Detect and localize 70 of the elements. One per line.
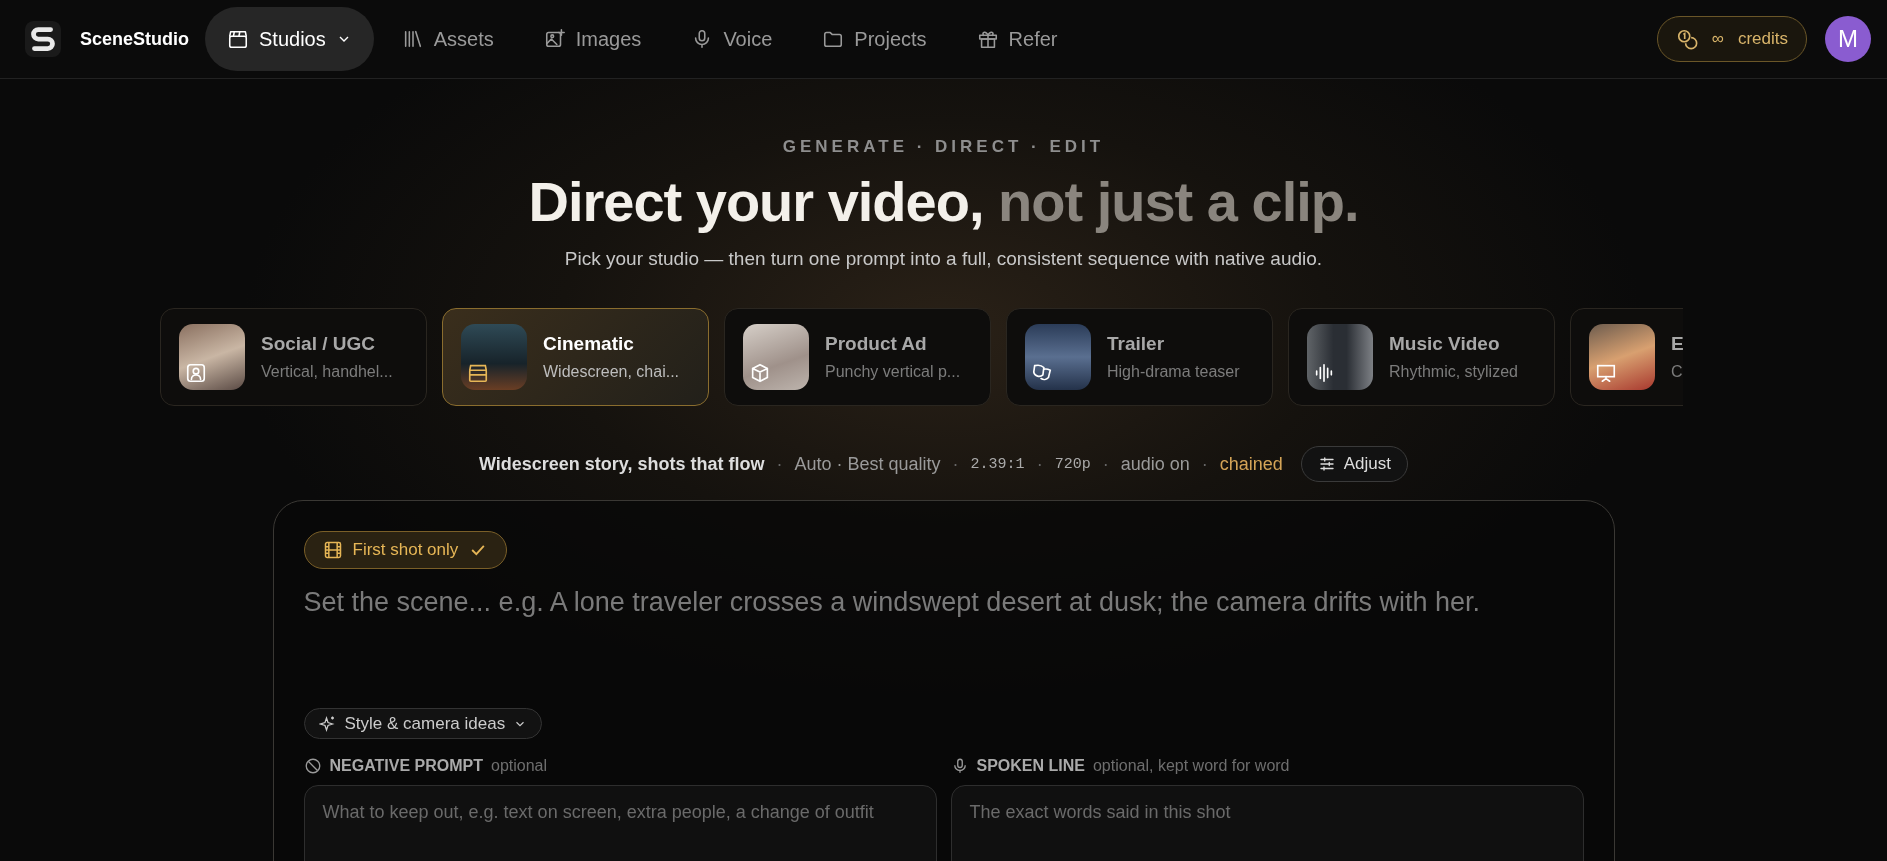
studio-card[interactable]: Product Ad Punchy vertical p... xyxy=(724,308,991,406)
studio-card[interactable]: E C xyxy=(1570,308,1683,406)
prompt-composer[interactable] xyxy=(272,500,1615,861)
logo-icon xyxy=(24,20,62,58)
studio-title: Cinematic xyxy=(543,333,635,355)
separator-dot: · xyxy=(952,453,959,475)
eyebrow-text: GENERATE · DIRECT · EDIT xyxy=(782,137,1105,157)
image-plus-icon xyxy=(543,28,566,50)
studio-subtitle: C xyxy=(1671,363,1683,381)
summary-text: chained xyxy=(1219,453,1283,475)
studio-card[interactable]: Trailer High-drama teaser xyxy=(1006,308,1273,406)
nav-tab[interactable]: Projects xyxy=(800,7,949,71)
portrait-icon xyxy=(185,362,207,384)
studio-card[interactable]: Cinematic Widescreen, chai... xyxy=(442,308,709,406)
studio-title: Product Ad xyxy=(825,333,928,355)
box-icon xyxy=(749,362,771,384)
field-hint: optional xyxy=(491,757,548,775)
studio-card[interactable]: Social / UGC Vertical, handhel... xyxy=(160,308,427,406)
studio-title: E xyxy=(1671,333,1683,355)
nav-tab[interactable]: Voice xyxy=(669,7,795,71)
prompt-field[interactable]: Set the scene... e.g. A lone traveler crosses a windswept desert at dusk; the camera drifts with her. xyxy=(303,586,1584,695)
studio-title: Music Video xyxy=(1389,333,1501,355)
coins-icon xyxy=(1675,28,1698,50)
credits-button[interactable]: ∞ credits xyxy=(1656,16,1807,62)
text-field[interactable]: The exact words said in this shot xyxy=(950,785,1584,861)
summary-text: Widescreen story, shots that flow xyxy=(478,453,765,475)
nav-tab[interactable]: Refer xyxy=(954,7,1080,71)
summary-text: audio on xyxy=(1120,453,1190,475)
photo-placeholder xyxy=(1307,324,1373,390)
brand-name: SceneStudio xyxy=(80,28,190,50)
field-label: SPOKEN LINE xyxy=(976,757,1085,775)
adjust-button[interactable]: Adjust xyxy=(1300,446,1409,482)
style-ideas-dropdown[interactable]: Style & camera ideas xyxy=(303,708,543,739)
separator-dot: · xyxy=(1201,453,1208,475)
text-field[interactable]: What to keep out, e.g. text on screen, extra people, a change of outfit xyxy=(303,785,937,861)
studio-subtitle: High-drama teaser xyxy=(1107,363,1240,381)
nav-tab[interactable]: Assets xyxy=(379,7,516,71)
nav-tab[interactable]: Images xyxy=(521,7,664,71)
sound-wave-icon xyxy=(1313,362,1335,384)
photo-placeholder xyxy=(179,324,245,390)
photo-placeholder xyxy=(743,324,809,390)
field-label: NEGATIVE PROMPT xyxy=(329,757,483,775)
sliders-icon xyxy=(1317,455,1336,473)
studio-subtitle: Vertical, handhel... xyxy=(261,363,393,381)
separator-dot: · xyxy=(1036,453,1043,475)
studio-title: Trailer xyxy=(1107,333,1166,355)
summary-text: Auto · Best quality xyxy=(794,453,941,475)
studio-subtitle: Punchy vertical p... xyxy=(825,363,961,381)
photo-placeholder xyxy=(1589,324,1655,390)
presentation-icon xyxy=(1595,362,1617,384)
photo-placeholder xyxy=(1025,324,1091,390)
hero-subtitle: Pick your studio — then turn one prompt into a full, consistent sequence with native audio. xyxy=(564,248,1323,270)
avatar[interactable]: M xyxy=(1825,16,1871,62)
film-icon xyxy=(322,539,343,560)
separator-dot: · xyxy=(776,453,783,475)
studio-card[interactable]: Music Video Rhythmic, stylized xyxy=(1288,308,1555,406)
photo-placeholder xyxy=(461,324,527,390)
prohibited-icon xyxy=(303,757,322,775)
nav-tab[interactable]: Studios xyxy=(205,7,374,71)
field-hint: optional, kept word for word xyxy=(1092,757,1290,775)
gift-icon xyxy=(976,28,999,50)
summary-text: 720p xyxy=(1054,455,1091,473)
sparkles-icon xyxy=(318,714,337,733)
studio-title: Social / UGC xyxy=(261,333,377,355)
hero-heading: Direct your video, not just a clip. xyxy=(528,169,1359,234)
first-shot-toggle[interactable]: First shot only xyxy=(303,531,508,569)
summary-text: 2.39:1 xyxy=(970,455,1025,473)
studio-subtitle: Widescreen, chai... xyxy=(543,363,680,381)
separator-dot: · xyxy=(1102,453,1109,475)
studio-subtitle: Rhythmic, stylized xyxy=(1389,363,1518,381)
